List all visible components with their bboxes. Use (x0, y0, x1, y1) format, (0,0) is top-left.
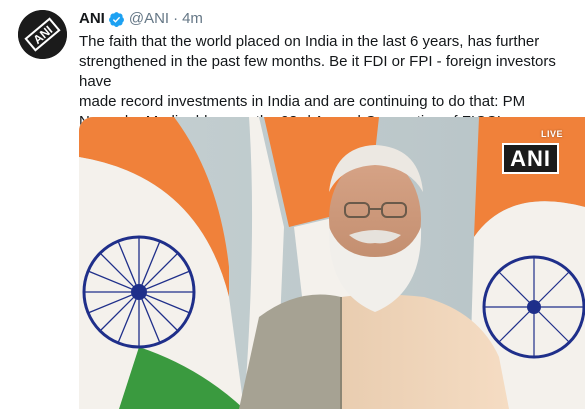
avatar[interactable]: ANI (18, 10, 67, 59)
verified-badge-icon (108, 11, 124, 27)
timestamp[interactable]: 4m (182, 9, 203, 29)
tweet-media[interactable]: LIVE ANI (79, 117, 585, 409)
tweet-text-line: The faith that the world placed on India… (79, 33, 540, 50)
tweet-card[interactable]: ANI ANI @ANI · 4m The faith that the wor… (0, 0, 585, 409)
separator-dot: · (173, 10, 179, 27)
display-name[interactable]: ANI (79, 9, 105, 29)
ani-watermark: ANI (502, 143, 559, 174)
tweet-text-line: made record investments in India and are… (79, 93, 526, 110)
handle[interactable]: @ANI (129, 9, 169, 29)
tweet-header: ANI @ANI · 4m (79, 9, 585, 29)
tweet-content: ANI @ANI · 4m The faith that the world p… (79, 9, 585, 132)
ani-logo-icon: ANI (18, 10, 67, 59)
live-badge: LIVE (540, 129, 563, 139)
tweet-text-line: strengthened in the past few months. Be … (79, 53, 556, 90)
